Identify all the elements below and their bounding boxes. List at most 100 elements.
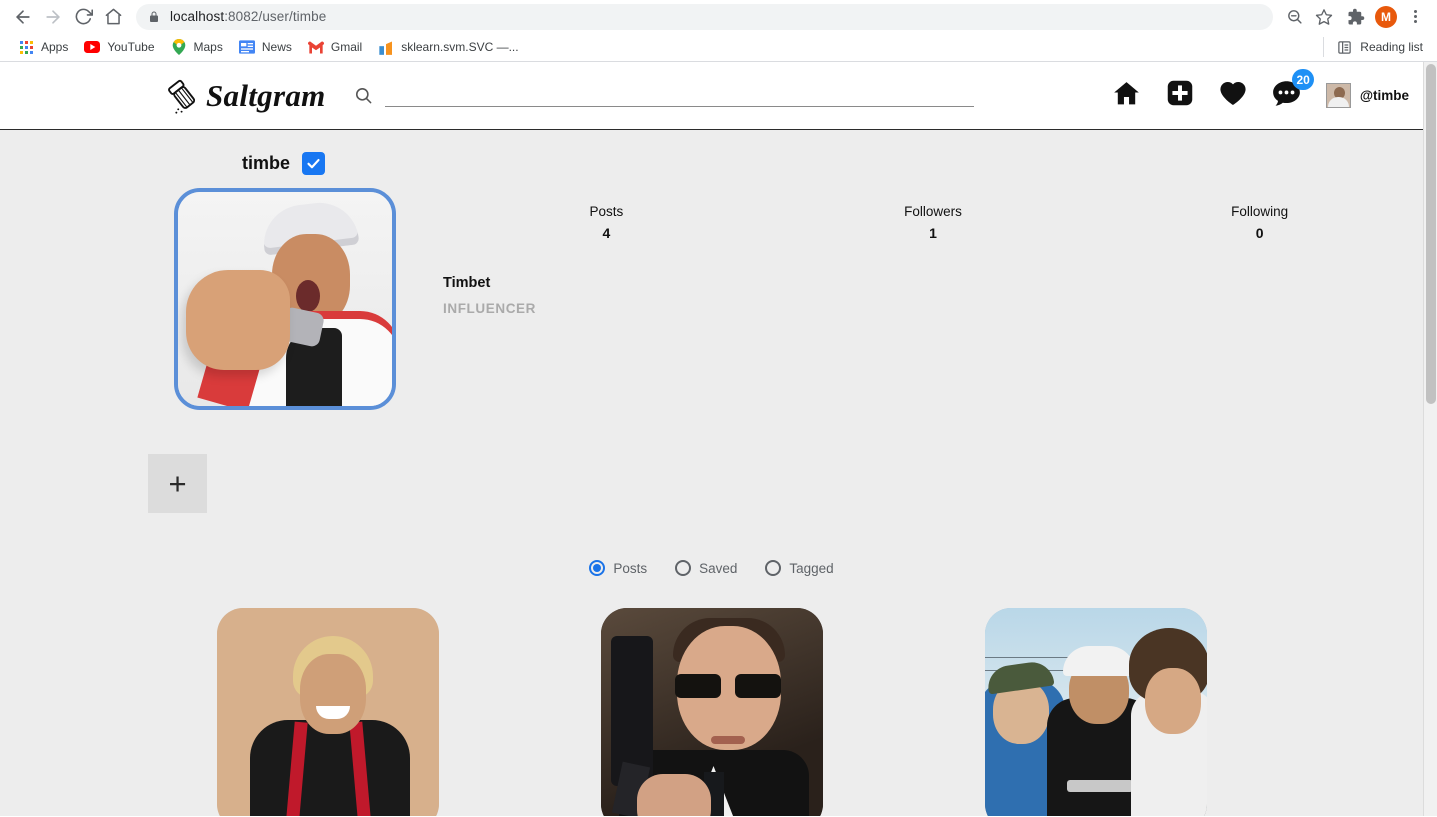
- bookmark-label: News: [261, 40, 292, 54]
- reload-button[interactable]: [68, 2, 98, 32]
- bookmark-news[interactable]: News: [231, 35, 300, 59]
- nav-user-handle: @timbe: [1359, 88, 1409, 103]
- post-tile[interactable]: [600, 608, 823, 816]
- profile-display-name: Timbet: [443, 275, 491, 291]
- youtube-icon: [84, 39, 101, 55]
- forward-button[interactable]: [38, 2, 68, 32]
- url-path: :8082/user/timbe: [224, 9, 327, 24]
- posts-grid: [0, 608, 1423, 816]
- stat-label: Followers: [904, 204, 962, 219]
- bookmark-label: YouTube: [107, 40, 155, 54]
- nav-add-post-button[interactable]: [1166, 79, 1194, 112]
- bookmark-sklearn[interactable]: sklearn.svm.SVC —...: [370, 35, 526, 59]
- bookmark-gmail[interactable]: Gmail: [300, 35, 370, 59]
- brand-name: Saltgram: [206, 77, 326, 113]
- brand[interactable]: Saltgram: [164, 77, 326, 115]
- stat-label: Posts: [589, 204, 624, 219]
- add-post-tile[interactable]: +: [148, 454, 207, 513]
- post-image: [600, 608, 823, 816]
- post-image: [984, 608, 1207, 816]
- stat-value: 4: [602, 225, 611, 241]
- page-viewport: Saltgram 20 @timbe timbe Posts 4 Followe…: [0, 62, 1437, 816]
- browser-toolbar: localhost:8082/user/timbe M: [0, 0, 1437, 33]
- post-tile[interactable]: [984, 608, 1207, 816]
- lock-icon: [148, 10, 160, 24]
- stat-followers[interactable]: Followers 1: [770, 204, 1097, 241]
- extensions-button[interactable]: [1341, 2, 1371, 32]
- bookmark-label: sklearn.svm.SVC —...: [401, 40, 519, 54]
- radio-saved[interactable]: Saved: [675, 560, 737, 576]
- radio-tagged[interactable]: Tagged: [765, 560, 834, 576]
- reading-list-icon: [1336, 39, 1352, 55]
- profile-role-label: INFLUENCER: [443, 301, 536, 316]
- stat-value: 1: [929, 225, 937, 241]
- bookmark-maps[interactable]: Maps: [163, 35, 231, 59]
- page-scrollbar[interactable]: [1423, 62, 1437, 816]
- toolbar-right-actions: M: [1341, 2, 1429, 32]
- browser-profile-avatar[interactable]: M: [1375, 5, 1397, 28]
- verified-check-icon: [302, 152, 326, 175]
- post-filter-radios: Posts Saved Tagged: [0, 560, 1423, 576]
- app-header: Saltgram 20 @timbe: [0, 62, 1423, 130]
- radio-posts[interactable]: Posts: [589, 560, 647, 576]
- profile-photo-image: [178, 192, 392, 406]
- forward-arrow-icon: [43, 7, 63, 27]
- reading-list-button[interactable]: Reading list: [1323, 37, 1429, 57]
- reading-list-label: Reading list: [1360, 40, 1423, 54]
- plus-icon: +: [168, 466, 187, 501]
- bookmark-apps[interactable]: Apps: [10, 35, 76, 59]
- radio-label: Posts: [613, 560, 648, 576]
- profile-info: Posts 4 Followers 1 Following 0 Timbet I…: [396, 188, 1423, 410]
- bookmark-button[interactable]: [1309, 2, 1339, 32]
- bookmarks-bar: Apps YouTube Maps News Gmail sklearn.svm…: [0, 33, 1437, 62]
- search-input[interactable]: [384, 84, 974, 107]
- news-icon: [238, 39, 255, 55]
- nav-user[interactable]: @timbe: [1325, 83, 1409, 108]
- nav-home-button[interactable]: [1112, 79, 1141, 113]
- search-icon: [354, 86, 373, 105]
- nav-messages-button[interactable]: 20: [1272, 69, 1314, 111]
- salt-shaker-icon: [164, 77, 202, 115]
- radio-dot-icon: [765, 560, 782, 576]
- bookmark-label: Apps: [41, 40, 69, 54]
- stat-posts[interactable]: Posts 4: [443, 204, 770, 241]
- bookmark-label: Gmail: [330, 40, 363, 54]
- bookmark-youtube[interactable]: YouTube: [76, 35, 162, 59]
- address-bar[interactable]: localhost:8082/user/timbe: [136, 3, 1273, 30]
- reload-icon: [74, 7, 93, 26]
- search-area: [354, 84, 974, 107]
- star-icon: [1315, 8, 1333, 26]
- puzzle-piece-icon: [1347, 8, 1365, 26]
- stat-value: 0: [1255, 225, 1264, 241]
- maps-pin-icon: [171, 39, 187, 55]
- heart-icon: [1219, 80, 1247, 111]
- radio-label: Tagged: [789, 560, 834, 576]
- avatar: [1325, 83, 1351, 108]
- home-icon: [1112, 79, 1141, 113]
- back-arrow-icon: [13, 7, 33, 27]
- plus-square-icon: [1166, 79, 1194, 112]
- stat-following[interactable]: Following 0: [1096, 204, 1423, 241]
- back-button[interactable]: [8, 2, 38, 32]
- zoom-out-button[interactable]: [1279, 2, 1309, 32]
- omnibox-actions: [1279, 2, 1339, 32]
- url-text: localhost:8082/user/timbe: [170, 9, 326, 24]
- scrollbar-thumb[interactable]: [1426, 64, 1436, 404]
- gmail-icon: [307, 39, 324, 55]
- zoom-out-icon: [1286, 8, 1303, 25]
- page-content: Saltgram 20 @timbe timbe Posts 4 Followe…: [0, 62, 1423, 816]
- nav-icons: 20 @timbe: [1112, 69, 1409, 113]
- home-icon: [104, 7, 123, 26]
- username-row: timbe: [0, 130, 1423, 175]
- profile-section: timbe Posts 4 Followers 1 Following 0 Ti…: [0, 130, 1423, 513]
- profile-photo[interactable]: [174, 188, 396, 410]
- home-button[interactable]: [98, 2, 128, 32]
- three-dot-menu-icon[interactable]: [1401, 3, 1429, 31]
- radio-label: Saved: [699, 560, 738, 576]
- apps-grid-icon: [18, 39, 34, 55]
- post-image: [216, 608, 439, 816]
- post-tile[interactable]: [216, 608, 439, 816]
- nav-activity-button[interactable]: [1219, 80, 1247, 111]
- radio-dot-icon: [589, 560, 606, 576]
- profile-body: Posts 4 Followers 1 Following 0 Timbet I…: [0, 175, 1423, 410]
